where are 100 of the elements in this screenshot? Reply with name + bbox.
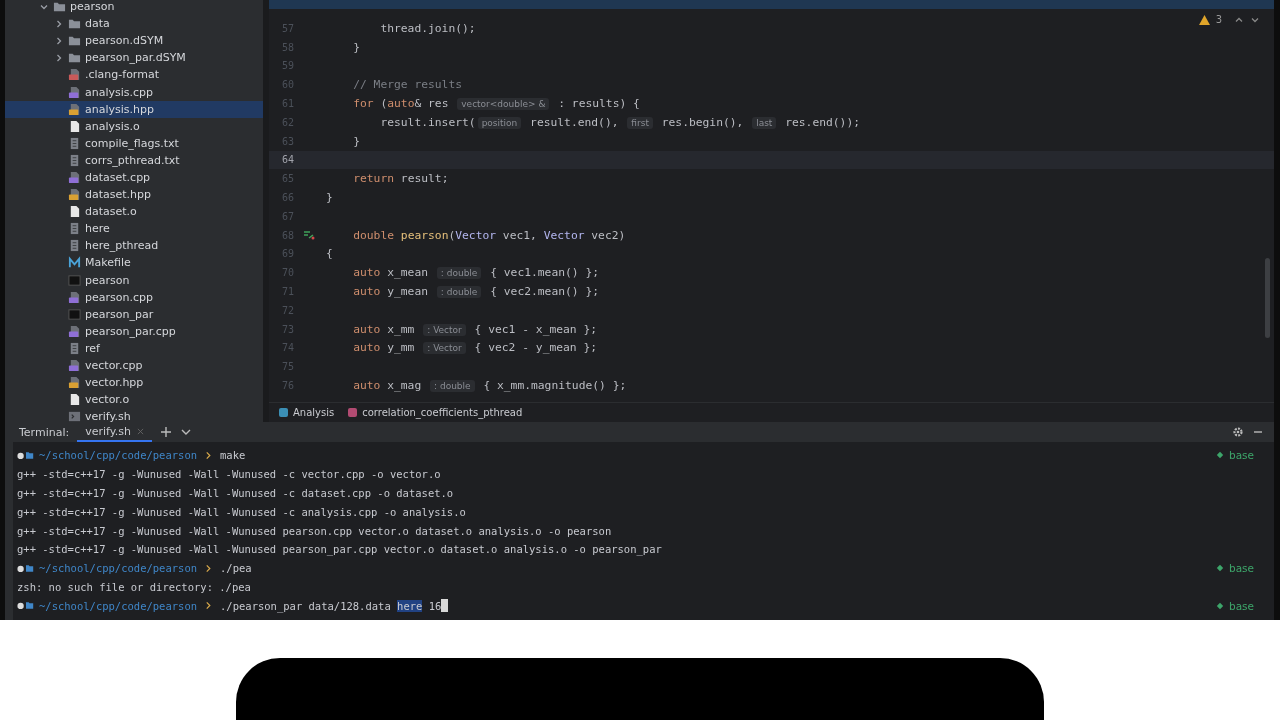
- environment-icon: [1215, 601, 1224, 610]
- text-file-icon: [68, 239, 81, 253]
- code-line: auto y_mm : Vector { vec2 - y_mean };: [352, 341, 598, 355]
- tree-item[interactable]: pearson.dSYM: [5, 32, 263, 50]
- tree-item[interactable]: pearson.cpp: [5, 288, 263, 306]
- code-line: {: [326, 247, 333, 261]
- prompt-path: ~/school/cpp/code/pearson: [39, 599, 198, 612]
- document-icon: [68, 393, 81, 407]
- file-icon: [68, 102, 81, 116]
- tree-item[interactable]: corrs_pthread.txt: [5, 151, 263, 169]
- text-file-icon: [68, 136, 81, 150]
- warning-icon: [1198, 14, 1210, 25]
- code-line: }: [352, 40, 360, 54]
- file-icon: [68, 85, 81, 99]
- add-icon[interactable]: [159, 426, 172, 438]
- terminal-output: g++ -std=c++17 -g -Wunused -Wall -Wunused pearson.cpp vector.o dataset.o analysis.o -o pearson: [17, 524, 612, 537]
- prompt-icon: [17, 601, 35, 611]
- chevron-icon[interactable]: [54, 52, 64, 63]
- code-line: thread.join();: [379, 21, 476, 35]
- code-line: result.insert( position result.end(), first res.begin(), last res.end());: [379, 115, 860, 129]
- folder-icon: [68, 51, 81, 65]
- terminal-output: zsh: no such file or directory: ./pea: [17, 580, 251, 593]
- terminal-output: g++ -std=c++17 -g -Wunused -Wall -Wunused -c dataset.cpp -o dataset.o: [17, 487, 454, 499]
- prompt-path: ~/school/cpp/code/pearson: [39, 562, 198, 575]
- line-number: 64: [280, 154, 294, 166]
- tree-item[interactable]: dataset.hpp: [5, 186, 263, 204]
- tree-item[interactable]: analysis.hpp: [5, 100, 263, 118]
- environment-icon: [1215, 451, 1224, 460]
- chevron-icon: [205, 450, 213, 460]
- document-icon: [68, 119, 81, 133]
- terminal-output: g++ -std=c++17 -g -Wunused -Wall -Wunused pearson_par.cpp vector.o dataset.o analysis.o -o pearson_par: [17, 543, 662, 556]
- text-file-icon: [68, 341, 81, 355]
- executable-icon: [68, 273, 81, 287]
- tree-item[interactable]: dataset.cpp: [5, 168, 263, 187]
- folder-icon: [68, 17, 81, 31]
- environment-label: base: [1228, 562, 1254, 575]
- close-icon[interactable]: [136, 427, 144, 435]
- tree-item[interactable]: compile_flags.txt: [5, 134, 263, 152]
- terminal-tab[interactable]: verify.sh: [77, 422, 152, 442]
- prompt-icon: [17, 450, 35, 460]
- scrollbar[interactable]: [1265, 258, 1270, 338]
- tree-item[interactable]: here_pthread: [5, 237, 263, 255]
- warning-count: 3: [1215, 14, 1222, 25]
- tree-item[interactable]: data: [5, 15, 263, 33]
- code-line: auto x_mean : double { vec1.mean() };: [352, 266, 600, 280]
- environment-label: base: [1228, 449, 1254, 462]
- breadcrumb[interactable]: correlation_coefficients_pthread: [348, 407, 523, 418]
- text-file-icon: [68, 153, 81, 167]
- chevron-icon[interactable]: [54, 18, 64, 29]
- executable-icon: [68, 307, 81, 321]
- chevron-icon[interactable]: [54, 35, 64, 46]
- makefile-icon: [68, 256, 81, 270]
- text-file-icon: [68, 222, 81, 236]
- chevron-icon: [205, 563, 213, 573]
- command-text: ./pea: [220, 562, 252, 575]
- file-icon: [68, 376, 81, 390]
- tree-item[interactable]: pearson_par.dSYM: [5, 49, 263, 67]
- code-line: return result;: [352, 172, 449, 186]
- file-icon: [68, 290, 81, 304]
- tree-item[interactable]: here: [5, 220, 263, 238]
- chevron-icon: [205, 601, 213, 611]
- code-line: auto x_mag : double { x_mm.magnitude() };: [352, 379, 627, 393]
- tree-item[interactable]: dataset.o: [5, 203, 263, 221]
- file-icon: [68, 188, 81, 202]
- environment-icon: [1215, 564, 1224, 573]
- code-line: }: [326, 191, 333, 205]
- breadcrumb[interactable]: Analysis: [279, 407, 335, 418]
- tree-item[interactable]: Makefile: [5, 254, 263, 272]
- file-icon: [68, 68, 81, 82]
- document-icon: [68, 205, 81, 219]
- tree-item[interactable]: pearson_par: [5, 305, 263, 323]
- code-line: auto x_mm : Vector { vec1 - x_mean };: [352, 322, 598, 336]
- tree-item[interactable]: pearson: [5, 271, 263, 289]
- tree-item[interactable]: vector.hpp: [5, 374, 263, 392]
- code-line: double pearson(Vector vec1, Vector vec2): [352, 228, 626, 242]
- tree-item[interactable]: analysis.cpp: [5, 83, 263, 101]
- folder-icon: [68, 34, 81, 48]
- terminal-label: Terminal:: [19, 425, 70, 439]
- folder-icon: [53, 0, 66, 14]
- tree-item[interactable]: verify.sh: [5, 408, 263, 422]
- terminal-output: g++ -std=c++17 -g -Wunused -Wall -Wunused -c vector.cpp -o vector.o: [17, 468, 441, 481]
- terminal-output: g++ -std=c++17 -g -Wunused -Wall -Wunused -c analysis.cpp -o analysis.o: [17, 505, 466, 518]
- code-line: for (auto& res vector<double> & : results) {: [352, 97, 640, 111]
- code-line: auto y_mean : double { vec2.mean() };: [352, 285, 600, 299]
- tree-item[interactable]: analysis.o: [5, 117, 263, 135]
- prompt-path: ~/school/cpp/code/pearson: [39, 449, 198, 462]
- command-text: make: [220, 449, 246, 462]
- tree-item[interactable]: ref: [5, 339, 263, 357]
- code-line: }: [352, 134, 360, 148]
- environment-label: base: [1228, 599, 1254, 612]
- command-text: ./pearson_par data/128.data here 16: [220, 599, 442, 612]
- tree-item[interactable]: .clang-format: [5, 66, 263, 84]
- override-icon[interactable]: [303, 230, 315, 241]
- tree-item[interactable]: vector.o: [5, 391, 263, 409]
- file-icon: [68, 359, 81, 372]
- tree-item[interactable]: pearson: [5, 0, 263, 16]
- code-line: // Merge results: [352, 78, 463, 92]
- settings-icon[interactable]: [1232, 426, 1244, 438]
- tree-item[interactable]: pearson_par.cpp: [5, 322, 263, 340]
- tree-item[interactable]: vector.cpp: [5, 356, 263, 375]
